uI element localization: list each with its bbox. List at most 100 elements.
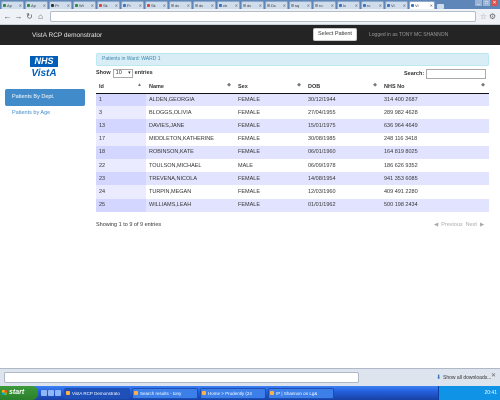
column-header-name[interactable]: Name ◆ bbox=[146, 81, 235, 94]
forward-icon[interactable]: → bbox=[14, 12, 23, 22]
table-row[interactable]: 18 ROBINSON,KATE FEMALE 06/01/1960 164 819 8… bbox=[96, 145, 489, 159]
back-icon[interactable]: ← bbox=[3, 12, 12, 22]
column-header-nhs-no[interactable]: NHS No ◆ bbox=[381, 81, 489, 94]
window-controls: _ □ ✕ bbox=[475, 0, 498, 6]
minimize-icon[interactable]: _ bbox=[475, 0, 482, 6]
tab-close-icon[interactable]: ✕ bbox=[43, 2, 46, 9]
browser-tab[interactable]: Vi ✕ bbox=[385, 1, 408, 9]
address-bar-input[interactable] bbox=[50, 11, 476, 22]
table-cell-name: TREVENA,NICOLA bbox=[146, 172, 235, 186]
download-item[interactable] bbox=[4, 372, 359, 383]
nhs-vista-logo: NHS VistA bbox=[22, 56, 66, 82]
reload-icon[interactable]: ↻ bbox=[25, 12, 34, 22]
table-row[interactable]: 13 DAVIES,JANE FEMALE 15/01/1975 636 964 464… bbox=[96, 119, 489, 133]
table-row[interactable]: 22 TOULSON,MICHAEL MALE 06/09/1978 186 626 9… bbox=[96, 158, 489, 173]
table-cell-name: MIDDLETON,KATHERINE bbox=[146, 132, 235, 146]
tab-close-icon[interactable]: ✕ bbox=[307, 2, 310, 9]
tab-close-icon[interactable]: ✕ bbox=[355, 2, 358, 9]
next-button[interactable]: Next bbox=[466, 222, 477, 228]
table-cell-dob: 30/12/1944 bbox=[305, 93, 381, 107]
table-row[interactable]: 1 ALDEN,GEORGIA FEMALE 30/12/1944 314 400 26… bbox=[96, 93, 489, 107]
bookmark-star-icon[interactable]: ☆ bbox=[479, 12, 488, 21]
browser-tab[interactable]: Sk ✕ bbox=[97, 1, 120, 9]
browser-tab[interactable]: ro ✕ bbox=[313, 1, 336, 9]
sidebar-item-patients-by-dept[interactable]: Patients By Dept. bbox=[5, 89, 85, 106]
table-row[interactable]: 17 MIDDLETON,KATHERINE FEMALE 30/08/1985 248… bbox=[96, 132, 489, 146]
browser-tab[interactable]: rc ✕ bbox=[361, 1, 384, 9]
close-download-bar-icon[interactable]: ✕ bbox=[491, 372, 496, 379]
table-cell-id: 22 bbox=[96, 158, 146, 173]
browser-tab[interactable]: Sk ✕ bbox=[145, 1, 168, 9]
tab-close-icon[interactable]: ✕ bbox=[331, 2, 334, 9]
column-header-sex[interactable]: Sex ◆ bbox=[235, 81, 305, 94]
app-brand[interactable]: VistA RCP demonstrator bbox=[32, 32, 102, 39]
table-row[interactable]: 25 WILLIAMS,LEAH FEMALE 01/01/1962 500 198 2… bbox=[96, 198, 489, 212]
tab-close-icon[interactable]: ✕ bbox=[403, 2, 406, 9]
browser-tab[interactable]: Dc ✕ bbox=[265, 1, 288, 9]
tab-close-icon[interactable]: ✕ bbox=[283, 2, 286, 9]
tab-close-icon[interactable]: ✕ bbox=[430, 2, 433, 9]
quick-launch-icon[interactable] bbox=[48, 390, 54, 396]
taskbar-window-button[interactable]: VistA RCP Demonstrato bbox=[64, 387, 130, 399]
table-cell-nhs-no: 500 198 2434 bbox=[381, 198, 489, 212]
browser-tab[interactable]: Ap ✕ bbox=[25, 1, 48, 9]
browser-tab[interactable]: Pr ✕ bbox=[49, 1, 72, 9]
table-cell-dob: 01/01/1962 bbox=[305, 198, 381, 212]
maximize-icon[interactable]: □ bbox=[483, 0, 490, 6]
tab-close-icon[interactable]: ✕ bbox=[115, 2, 118, 9]
quick-launch-icon[interactable] bbox=[41, 390, 47, 396]
table-row[interactable]: 24 TURPIN,MEGAN FEMALE 12/03/1960 409 491 22… bbox=[96, 185, 489, 199]
page-length-select[interactable]: 10 bbox=[112, 69, 133, 78]
taskbar-buttons: VistA RCP Demonstrato Search results - to… bbox=[64, 387, 336, 399]
select-patient-button[interactable]: Select Patient bbox=[313, 28, 357, 41]
browser-tab[interactable]: Ap ✕ bbox=[1, 1, 24, 9]
table-cell-sex: MALE bbox=[235, 158, 305, 173]
taskbar-window-button[interactable]: IP | Shannon on Lg& bbox=[268, 387, 334, 399]
table-cell-sex: FEMALE bbox=[235, 198, 305, 212]
browser-tab[interactable]: dc ✕ bbox=[241, 1, 264, 9]
taskbar-window-button[interactable]: Home > Prudently (24 bbox=[200, 387, 266, 399]
browser-tab-label: Wi bbox=[79, 3, 84, 8]
browser-tab[interactable]: ch ✕ bbox=[217, 1, 240, 9]
tab-close-icon[interactable]: ✕ bbox=[379, 2, 382, 9]
tab-close-icon[interactable]: ✕ bbox=[67, 2, 70, 9]
previous-icon[interactable]: ◀ bbox=[434, 222, 438, 228]
tab-close-icon[interactable]: ✕ bbox=[259, 2, 262, 9]
browser-tab-label: Ap bbox=[31, 3, 36, 8]
table-row[interactable]: 23 TREVENA,NICOLA FEMALE 14/08/1954 941 353 … bbox=[96, 172, 489, 186]
tab-close-icon[interactable]: ✕ bbox=[91, 2, 94, 9]
tab-close-icon[interactable]: ✕ bbox=[235, 2, 238, 9]
taskbar-window-button[interactable]: Search results - tony bbox=[132, 387, 198, 399]
browser-tab[interactable]: dc ✕ bbox=[193, 1, 216, 9]
show-all-downloads-link[interactable]: ⬇ Show all downloads... bbox=[436, 374, 491, 382]
patients-table: Id ▲ Name ◆ Sex ◆ DOB ◆ NHS No ◆ 1 ALDEN,GEORG… bbox=[96, 81, 489, 212]
close-window-icon[interactable]: ✕ bbox=[491, 0, 498, 6]
table-cell-sex: FEMALE bbox=[235, 145, 305, 159]
tab-close-icon[interactable]: ✕ bbox=[211, 2, 214, 9]
tab-close-icon[interactable]: ✕ bbox=[163, 2, 166, 9]
start-button[interactable]: start bbox=[0, 386, 38, 400]
tab-close-icon[interactable]: ✕ bbox=[187, 2, 190, 9]
browser-tab[interactable]: Fr ✕ bbox=[121, 1, 144, 9]
browser-tab[interactable]: dc ✕ bbox=[169, 1, 192, 9]
browser-tab[interactable]: sq ✕ bbox=[289, 1, 312, 9]
tab-close-icon[interactable]: ✕ bbox=[139, 2, 142, 9]
quick-launch-icon[interactable] bbox=[55, 390, 61, 396]
browser-tab[interactable]: Wi ✕ bbox=[73, 1, 96, 9]
tab-close-icon[interactable]: ✕ bbox=[19, 2, 22, 9]
table-row[interactable]: 3 BLOGGS,OLIVIA FEMALE 27/04/1955 289 982 46… bbox=[96, 106, 489, 120]
table-header-row: Id ▲ Name ◆ Sex ◆ DOB ◆ NHS No ◆ bbox=[96, 81, 489, 94]
wrench-menu-icon[interactable]: ⚙ bbox=[488, 12, 497, 21]
browser-tab-label: Sk bbox=[151, 3, 156, 8]
column-header-id[interactable]: Id ▲ bbox=[96, 81, 146, 94]
column-header-dob[interactable]: DOB ◆ bbox=[305, 81, 381, 94]
table-cell-sex: FEMALE bbox=[235, 185, 305, 199]
home-icon[interactable]: ⌂ bbox=[36, 12, 45, 22]
next-icon[interactable]: ▶ bbox=[480, 222, 484, 228]
search-input[interactable] bbox=[426, 69, 487, 79]
sidebar-item-patients-by-age[interactable]: Patients by Age bbox=[12, 109, 50, 118]
browser-tab-label: Dc bbox=[271, 3, 276, 8]
previous-button[interactable]: Previous bbox=[441, 222, 462, 228]
tab-active[interactable]: Vi ✕ bbox=[409, 1, 435, 9]
browser-tab[interactable]: Ic ✕ bbox=[337, 1, 360, 9]
